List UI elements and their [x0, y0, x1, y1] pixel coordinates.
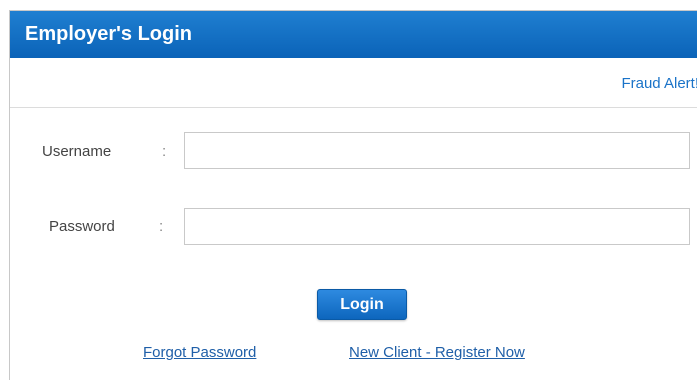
header-divider	[10, 107, 697, 108]
password-label: Password	[49, 218, 115, 235]
username-colon: :	[162, 143, 167, 160]
password-colon: :	[159, 218, 164, 235]
register-link[interactable]: New Client - Register Now	[349, 344, 525, 362]
forgot-password-link[interactable]: Forgot Password	[143, 344, 256, 362]
panel-header: Employer's Login	[10, 11, 697, 58]
login-button[interactable]: Login	[317, 289, 407, 320]
username-label: Username	[42, 143, 112, 160]
employer-login-panel: Employer's Login Fraud Alert! Username :…	[9, 10, 697, 380]
password-input[interactable]	[184, 208, 690, 245]
username-input[interactable]	[184, 132, 690, 169]
fraud-alert-link[interactable]: Fraud Alert!	[621, 75, 697, 93]
panel-title: Employer's Login	[25, 23, 193, 45]
